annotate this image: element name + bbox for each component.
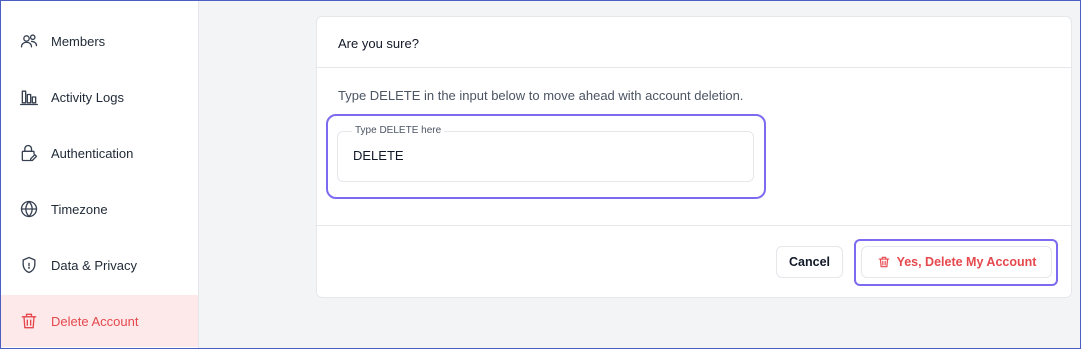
sidebar-item-label: Delete Account: [51, 313, 139, 329]
delete-confirmation-card: Are you sure? Type DELETE in the input b…: [316, 16, 1072, 298]
dialog-description: Type DELETE in the input below to move a…: [338, 88, 744, 103]
input-label: Type DELETE here: [352, 125, 445, 136]
divider: [317, 225, 1071, 226]
sidebar-item-label: Members: [51, 33, 106, 49]
trash-icon: [19, 311, 39, 331]
sidebar-item-data-privacy[interactable]: Data & Privacy: [1, 239, 198, 291]
members-icon: [19, 31, 39, 51]
sidebar-item-label: Activity Logs: [51, 89, 124, 105]
cancel-button[interactable]: Cancel: [776, 246, 843, 278]
sidebar-item-members[interactable]: Members: [1, 15, 198, 67]
sidebar-item-label: Timezone: [51, 201, 108, 217]
bar-chart-icon: [19, 87, 39, 107]
confirm-delete-button[interactable]: Yes, Delete My Account: [861, 246, 1052, 278]
settings-sidebar: Members Activity Logs Authentication Tim…: [1, 1, 199, 348]
shield-icon: [19, 255, 39, 275]
sidebar-item-label: Data & Privacy: [51, 257, 137, 273]
delete-confirmation-input[interactable]: [353, 148, 733, 163]
delete-confirmation-field[interactable]: Type DELETE here: [337, 125, 754, 182]
trash-icon: [878, 256, 889, 268]
globe-icon: [19, 199, 39, 219]
sidebar-item-timezone[interactable]: Timezone: [1, 183, 198, 235]
sidebar-item-authentication[interactable]: Authentication: [1, 127, 198, 179]
divider: [317, 67, 1071, 68]
sidebar-item-label: Authentication: [51, 145, 134, 161]
lock-edit-icon: [19, 143, 39, 163]
sidebar-item-activity-logs[interactable]: Activity Logs: [1, 71, 198, 123]
sidebar-item-delete-account[interactable]: Delete Account: [1, 295, 198, 347]
confirm-delete-label: Yes, Delete My Account: [896, 255, 1037, 269]
dialog-title: Are you sure?: [338, 36, 419, 51]
